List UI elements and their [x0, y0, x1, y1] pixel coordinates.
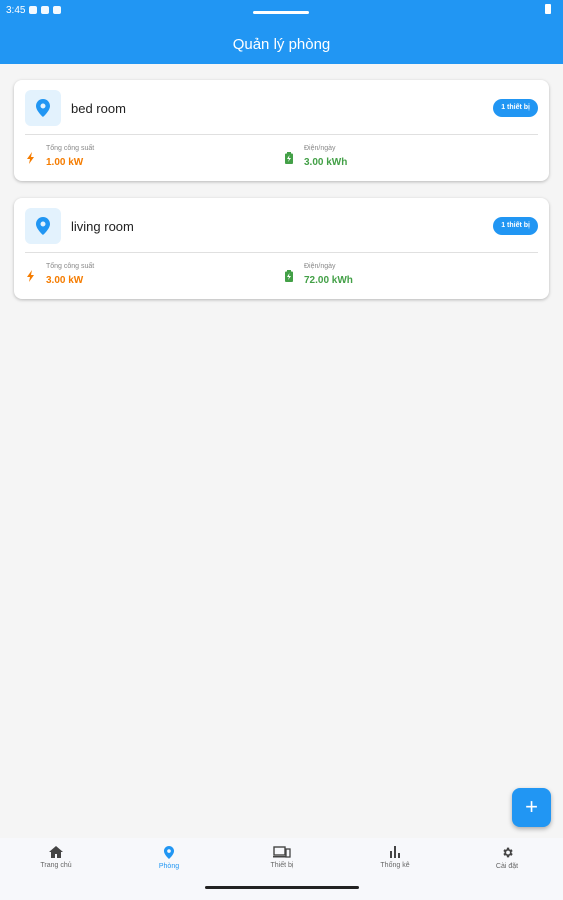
energy-value: 3.00 kWh — [304, 157, 348, 168]
status-bar: 3:45 — [6, 2, 557, 18]
room-name: bed room — [71, 101, 126, 116]
nav-item-statistics[interactable]: Thống kê — [339, 846, 451, 869]
bolt-icon — [27, 152, 34, 164]
status-time: 3:45 — [6, 4, 26, 16]
battery-charging-icon — [285, 152, 293, 164]
battery-charging-icon — [285, 270, 293, 282]
power-value: 3.00 kW — [46, 275, 84, 286]
wifi-icon — [53, 6, 62, 14]
room-stats: Tổng công suất 3.00 kW Điện/ngày 72.00 k… — [14, 253, 549, 299]
nav-item-settings[interactable]: Cài đặt — [451, 846, 563, 870]
room-card-living-room[interactable]: living room 1 thiết bị Tổng công suất 3.… — [14, 198, 549, 299]
add-room-button[interactable]: + — [512, 788, 551, 827]
nav-item-devices[interactable]: Thiết bị — [226, 846, 338, 869]
gear-icon — [502, 847, 513, 858]
room-stats: Tổng công suất 1.00 kW Điện/ngày 3.00 kW… — [14, 135, 549, 181]
battery-icon — [545, 4, 551, 14]
nav-item-rooms[interactable]: Phòng — [113, 846, 225, 870]
bolt-icon — [27, 270, 34, 282]
energy-label: Điện/ngày — [304, 145, 336, 152]
nav-label: Phòng — [158, 863, 180, 870]
bottom-navigation: Trang chủ Phòng Thiết bị Thống kê Cài đặ… — [0, 838, 563, 900]
location-pin-icon — [163, 846, 175, 859]
notification-icon — [29, 6, 38, 14]
nav-label: Cài đặt — [495, 863, 519, 870]
power-label: Tổng công suất — [46, 263, 95, 270]
drag-handle — [253, 11, 309, 14]
home-icon — [49, 846, 63, 858]
gesture-home-bar[interactable] — [205, 886, 359, 889]
nav-label: Thiết bị — [270, 862, 294, 869]
nav-item-home[interactable]: Trang chủ — [0, 846, 112, 869]
room-card-bed-room[interactable]: bed room 1 thiết bị Tổng công suất 1.00 … — [14, 80, 549, 181]
room-card-header: bed room 1 thiết bị — [25, 80, 538, 135]
power-label: Tổng công suất — [46, 145, 95, 152]
energy-label: Điện/ngày — [304, 263, 336, 270]
energy-value: 72.00 kWh — [304, 275, 353, 286]
devices-icon — [273, 846, 291, 858]
bar-chart-icon — [390, 846, 400, 858]
sim-icon — [41, 6, 50, 14]
room-card-header: living room 1 thiết bị — [25, 198, 538, 253]
status-icons — [29, 6, 62, 14]
nav-label: Trang chủ — [40, 862, 72, 869]
nav-label: Thống kê — [380, 862, 410, 869]
location-pin-icon — [25, 208, 61, 244]
app-bar: 3:45 Quản lý phòng — [0, 0, 563, 64]
room-name: living room — [71, 219, 134, 234]
location-pin-icon — [25, 90, 61, 126]
power-value: 1.00 kW — [46, 157, 84, 168]
device-count-badge: 1 thiết bị — [493, 217, 538, 235]
page-title: Quản lý phòng — [232, 36, 331, 53]
device-count-badge: 1 thiết bị — [493, 99, 538, 117]
